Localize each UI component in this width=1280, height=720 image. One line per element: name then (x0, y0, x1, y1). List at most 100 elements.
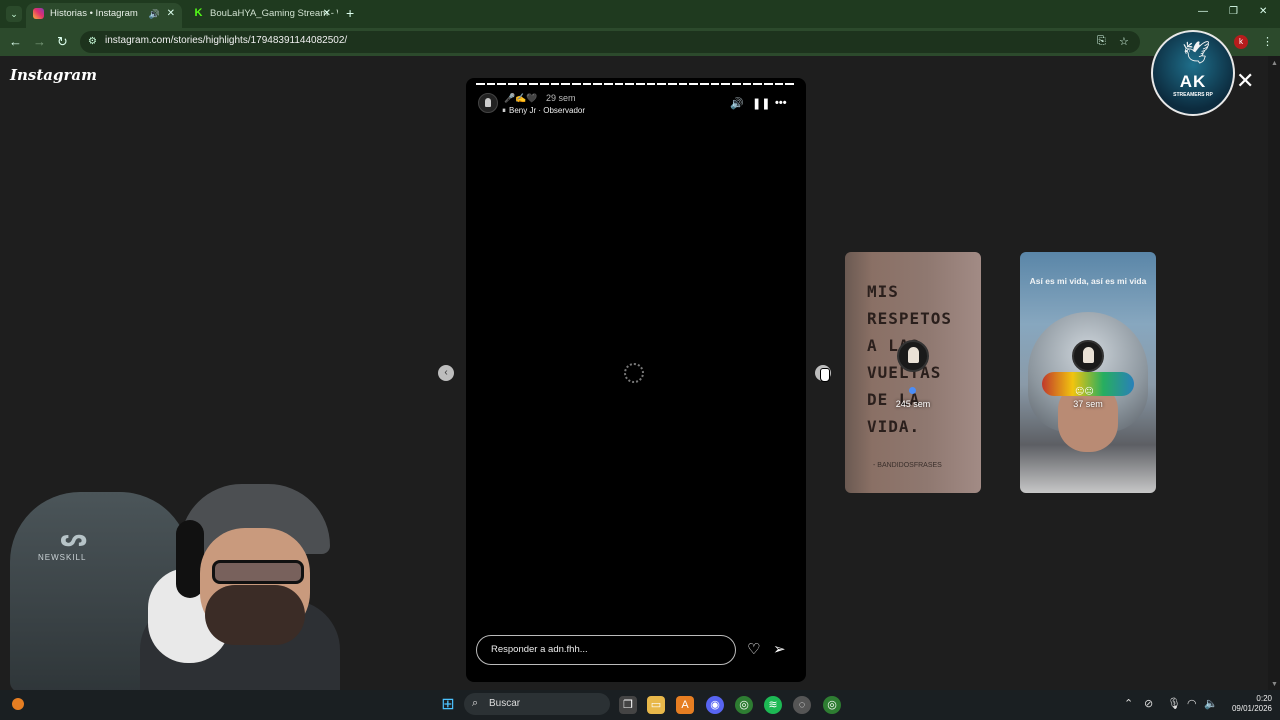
progress-segment (476, 83, 485, 85)
task-view-icon[interactable]: ❐ (619, 696, 637, 714)
window-close-icon[interactable]: ✕ (1259, 6, 1267, 17)
speaker-icon[interactable]: 🔊 (730, 97, 744, 110)
progress-segment (518, 83, 528, 85)
widget-weather-icon[interactable] (12, 698, 24, 710)
clock-date: 09/01/2026 (1231, 704, 1272, 713)
story-progress-bar (476, 83, 795, 85)
progress-segment (689, 83, 699, 85)
url-text[interactable]: instagram.com/stories/highlights/1794839… (105, 35, 347, 46)
reply-input[interactable]: Responder a adn.fhh... (476, 635, 736, 665)
chrome-active-icon[interactable]: ◎ (735, 696, 753, 714)
progress-segment (636, 83, 645, 85)
tab-search-button[interactable]: ⌄ (6, 6, 22, 22)
app-a-icon[interactable]: A (676, 696, 694, 714)
minimize-icon[interactable]: — (1198, 6, 1208, 17)
scroll-up-icon[interactable]: ▲ (1271, 60, 1278, 67)
person-beard (205, 585, 305, 645)
search-label: Buscar (489, 698, 521, 709)
audio-bars-icon: ⏸ (502, 106, 506, 115)
microphone-icon[interactable]: 🎙 (1167, 697, 1181, 710)
forward-icon[interactable]: → (33, 34, 46, 50)
chrome-icon[interactable]: ◎ (823, 696, 841, 714)
install-app-icon[interactable]: ⎘ (1097, 35, 1106, 48)
bookmark-star-icon[interactable]: ☆ (1119, 35, 1129, 48)
tab-audio-icon[interactable]: 🔊 (149, 3, 160, 25)
discord-icon[interactable]: ◉ (706, 696, 724, 714)
story-card[interactable]: 🎤✍️🖤 29 sem ⏸ Beny Jr · Observador 🔊 ❚❚ •… (466, 78, 806, 682)
progress-segment (550, 83, 560, 85)
progress-segment (529, 83, 539, 85)
windows-taskbar (0, 690, 1280, 720)
progress-segment (742, 83, 752, 85)
progress-segment (572, 83, 581, 85)
spotify-icon[interactable]: ≋ (764, 696, 782, 714)
preview-emoji: 😐😐 (1075, 386, 1094, 396)
progress-segment (764, 83, 773, 85)
progress-segment (582, 83, 592, 85)
phoenix-icon: 🕊 (1182, 40, 1210, 65)
progress-segment (561, 83, 571, 85)
more-icon[interactable]: ••• (775, 97, 787, 109)
volume-icon[interactable]: 🔈 (1204, 697, 1218, 710)
reload-icon[interactable]: ↻ (57, 34, 68, 50)
back-icon[interactable]: ← (9, 34, 22, 50)
clock-time: 0:20 (1256, 694, 1272, 703)
heart-icon[interactable]: ♡ (747, 640, 760, 658)
next-story-preview-1[interactable]: MIS RESPETOS A LAS VUELTAS DE LA VIDA. -… (845, 252, 981, 493)
send-icon[interactable]: ➢ (773, 640, 786, 658)
network-off-icon[interactable]: ⊘ (1144, 697, 1153, 710)
progress-segment (625, 83, 635, 85)
app-circle-icon[interactable]: ◌ (793, 696, 811, 714)
instagram-favicon-icon (33, 8, 44, 19)
progress-segment (540, 83, 549, 85)
tab-instagram[interactable]: Historias • Instagram 🔊 ✕ (26, 3, 182, 28)
progress-segment (497, 83, 507, 85)
reply-placeholder: Responder a adn.fhh... (491, 644, 588, 655)
online-dot-icon (909, 387, 916, 394)
tab-label: BouLaHYA_Gaming Stream - W (210, 8, 338, 19)
browser-tab-bar: ⌄ Historias • Instagram 🔊 ✕ K BouLaHYA_G… (0, 0, 1280, 28)
restore-icon[interactable]: ❐ (1229, 6, 1238, 17)
progress-segment (732, 83, 741, 85)
scroll-down-icon[interactable]: ▼ (1271, 681, 1278, 688)
story-author-avatar[interactable] (478, 93, 498, 113)
preview-caption: Así es mi vida, así es mi vida (1029, 276, 1147, 286)
profile-avatar[interactable]: k (1234, 35, 1248, 49)
page-scrollbar[interactable]: ▲ ▼ (1268, 56, 1280, 690)
wifi-icon[interactable]: ◠ (1187, 697, 1197, 710)
progress-segment (668, 83, 677, 85)
close-story-icon[interactable]: ✕ (1236, 70, 1254, 92)
chair-brand: NEWSKILL (38, 553, 87, 562)
instagram-logo[interactable]: Instagram (10, 66, 97, 84)
overlay-logo-subtitle: STREAMERS RP (1173, 92, 1213, 98)
progress-segment (678, 83, 688, 85)
chair-logo-icon: ᔕ (60, 525, 88, 552)
story-audio-info[interactable]: ⏸ Beny Jr · Observador (502, 106, 585, 116)
windows-start-icon[interactable]: ⊞ (439, 696, 457, 714)
tab-label: Historias • Instagram (50, 8, 138, 19)
audio-label: Beny Jr · Observador (509, 106, 586, 115)
progress-segment (508, 83, 517, 85)
previous-story-button[interactable]: ‹ (438, 365, 454, 381)
file-explorer-icon[interactable]: ▭ (647, 696, 665, 714)
progress-segment (604, 83, 613, 85)
tab-close-icon[interactable]: ✕ (323, 3, 331, 25)
story-author-name[interactable]: 🎤✍️🖤 (504, 93, 538, 104)
progress-segment (774, 83, 784, 85)
tab-close-icon[interactable]: ✕ (167, 3, 175, 25)
tray-overflow-icon[interactable]: ⌃ (1124, 697, 1133, 710)
address-bar[interactable]: ⚙ instagram.com/stories/highlights/17948… (80, 31, 1140, 53)
taskbar-clock[interactable]: 0:20 09/01/2026 (1222, 694, 1272, 714)
browser-menu-icon[interactable]: ⋮ (1262, 35, 1273, 48)
taskbar-search[interactable]: ⌕ Buscar (464, 693, 610, 715)
site-info-icon[interactable]: ⚙ (88, 36, 97, 47)
preview-time: 37 sem (1073, 399, 1103, 409)
preview-avatar (1072, 340, 1104, 372)
next-story-preview-2[interactable]: Así es mi vida, así es mi vida 😐😐 37 sem (1020, 252, 1156, 493)
person-glasses (212, 560, 304, 584)
pause-icon[interactable]: ❚❚ (752, 97, 770, 110)
new-tab-button[interactable]: + (346, 5, 354, 21)
progress-segment (785, 83, 795, 85)
tab-kick-stream[interactable]: K BouLaHYA_Gaming Stream - W ✕ (186, 3, 338, 28)
progress-segment (710, 83, 720, 85)
